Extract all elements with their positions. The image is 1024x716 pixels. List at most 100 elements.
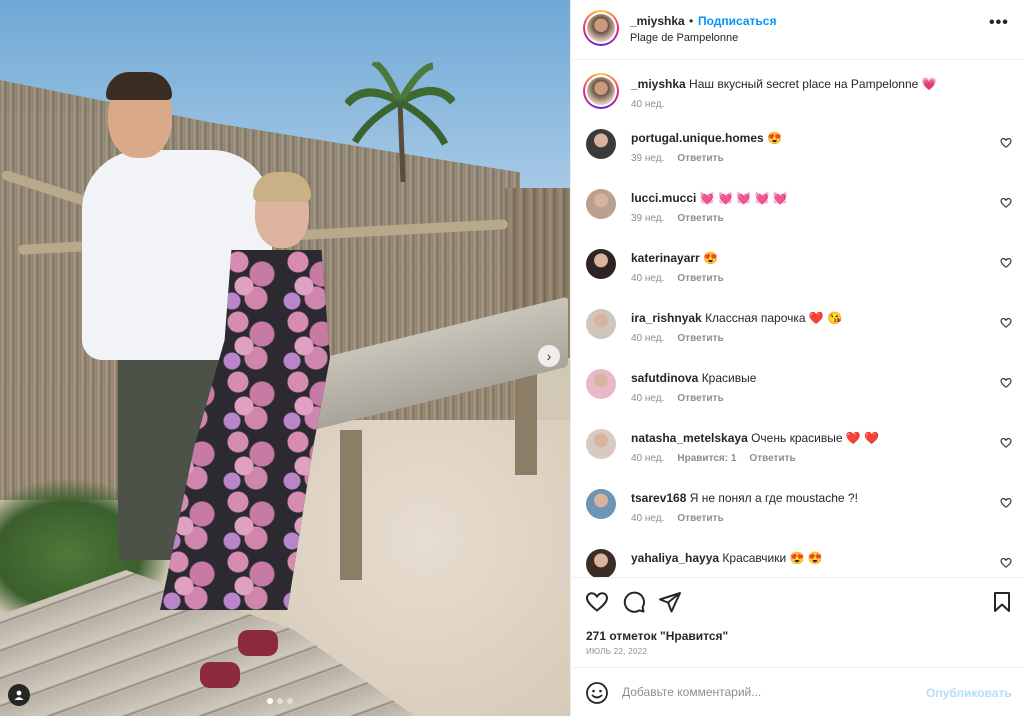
reply-button[interactable]: Ответить bbox=[677, 513, 723, 524]
reply-button[interactable]: Ответить bbox=[677, 213, 723, 224]
reply-button[interactable]: Ответить bbox=[677, 333, 723, 344]
post-caption: _miyshka Наш вкусный secret place на Pam… bbox=[583, 73, 1013, 125]
heart-icon[interactable] bbox=[585, 590, 609, 614]
comment-time: 40 нед. bbox=[631, 453, 665, 464]
comment-likes[interactable]: Нравится: 1 bbox=[677, 453, 736, 464]
user-tag-icon[interactable] bbox=[8, 684, 30, 706]
comment-body: ira_rishnyak Классная парочка ❤️ 😘 bbox=[631, 311, 842, 325]
avatar[interactable] bbox=[583, 10, 619, 46]
caption-username[interactable]: _miyshka bbox=[631, 77, 686, 91]
carousel-dots bbox=[267, 698, 293, 704]
comment-meta: 40 нед. Ответить bbox=[631, 333, 724, 344]
comment-username[interactable]: portugal.unique.homes bbox=[631, 131, 764, 145]
comment-row: tsarev168 Я не понял а где moustache ?! … bbox=[583, 489, 1013, 545]
comment-time: 39 нед. bbox=[631, 213, 665, 224]
comment-body: natasha_metelskaya Очень красивые ❤️ ❤️ bbox=[631, 431, 879, 445]
photo-man-hair bbox=[106, 72, 172, 100]
comment-row: portugal.unique.homes 😍 39 нед. Ответить bbox=[583, 129, 1013, 185]
comment-meta: 40 нед. Нравится: 1 Ответить bbox=[631, 453, 796, 464]
comment-username[interactable]: yahaliya_hayya bbox=[631, 551, 719, 565]
comment-row: katerinayarr 😍 40 нед. Ответить bbox=[583, 249, 1013, 305]
comment-row: lucci.mucci 💓 💓 💓 💓 💓 39 нед. Ответить bbox=[583, 189, 1013, 245]
comment-text: Я не понял а где moustache ?! bbox=[689, 491, 858, 505]
post-username[interactable]: _miyshka bbox=[630, 14, 685, 28]
post-location[interactable]: Plage de Pampelonne bbox=[630, 32, 738, 44]
reply-button[interactable]: Ответить bbox=[749, 453, 795, 464]
caption-time: 40 нед. bbox=[631, 99, 665, 110]
heart-icon[interactable] bbox=[1000, 377, 1012, 389]
comment-body: yahaliya_hayya Красавчики 😍 😍 bbox=[631, 551, 823, 565]
comment-emoji: ❤️ 😘 bbox=[808, 311, 843, 325]
heart-icon[interactable] bbox=[1000, 257, 1012, 269]
avatar[interactable] bbox=[586, 429, 616, 459]
reply-button[interactable]: Ответить bbox=[677, 153, 723, 164]
post-photo[interactable]: › bbox=[0, 0, 570, 716]
heart-icon[interactable] bbox=[1000, 557, 1012, 569]
post-actions: 271 отметок "Нравится" ИЮЛЬ 22, 2022 bbox=[571, 577, 1024, 667]
comment-emoji: 😍 😍 bbox=[789, 551, 823, 565]
avatar[interactable] bbox=[586, 309, 616, 339]
carousel-dot bbox=[267, 698, 273, 704]
comment-row: ira_rishnyak Классная парочка ❤️ 😘 40 нед… bbox=[583, 309, 1013, 365]
comment-meta: 39 нед. Ответить bbox=[631, 213, 724, 224]
comment-input[interactable] bbox=[622, 685, 912, 699]
separator-dot: • bbox=[689, 14, 694, 28]
comments-list[interactable]: _miyshka Наш вкусный secret place на Pam… bbox=[571, 61, 1024, 577]
comment-username[interactable]: ira_rishnyak bbox=[631, 311, 702, 325]
avatar[interactable] bbox=[586, 189, 616, 219]
comment-username[interactable]: lucci.mucci bbox=[631, 191, 696, 205]
comment-username[interactable]: natasha_metelskaya bbox=[631, 431, 748, 445]
more-icon[interactable]: ••• bbox=[989, 14, 1009, 32]
heart-icon[interactable] bbox=[1000, 497, 1012, 509]
heart-icon[interactable] bbox=[1000, 137, 1012, 149]
reply-button[interactable]: Ответить bbox=[677, 273, 723, 284]
avatar[interactable] bbox=[586, 549, 616, 577]
comment-username[interactable]: tsarev168 bbox=[631, 491, 686, 505]
comment-body: lucci.mucci 💓 💓 💓 💓 💓 bbox=[631, 191, 788, 205]
comment-meta: 40 нед. Ответить bbox=[631, 513, 724, 524]
comment-body: portugal.unique.homes 😍 bbox=[631, 131, 782, 145]
carousel-dot bbox=[287, 698, 293, 704]
comment-time: 40 нед. bbox=[631, 513, 665, 524]
comment-row: safutdinova Красивые 40 нед. Ответить bbox=[583, 369, 1013, 425]
avatar[interactable] bbox=[586, 129, 616, 159]
avatar[interactable] bbox=[586, 249, 616, 279]
photo-shoe bbox=[238, 630, 278, 656]
heart-icon[interactable] bbox=[1000, 437, 1012, 449]
caption-text: Наш вкусный secret place на Pampelonne bbox=[689, 77, 919, 91]
comment-emoji: 💓 💓 💓 💓 💓 bbox=[699, 191, 788, 205]
photo-shoe bbox=[200, 662, 240, 688]
avatar[interactable] bbox=[586, 489, 616, 519]
comment-username[interactable]: safutdinova bbox=[631, 371, 698, 385]
follow-button[interactable]: Подписаться bbox=[698, 14, 776, 28]
post-side-panel: _miyshka • Подписаться Plage de Pampelon… bbox=[570, 0, 1024, 716]
post-header: _miyshka • Подписаться Plage de Pampelon… bbox=[571, 0, 1024, 60]
avatar[interactable] bbox=[583, 73, 619, 109]
heart-icon[interactable] bbox=[1000, 197, 1012, 209]
carousel-dot bbox=[277, 698, 283, 704]
comment-body: safutdinova Красивые bbox=[631, 371, 756, 385]
comment-icon[interactable] bbox=[622, 590, 646, 614]
avatar[interactable] bbox=[586, 369, 616, 399]
chevron-right-icon[interactable]: › bbox=[538, 345, 560, 367]
comment-text: Красивые bbox=[701, 371, 757, 385]
comment-meta: 39 нед. Ответить bbox=[631, 153, 724, 164]
comment-time: 40 нед. bbox=[631, 273, 665, 284]
comment-meta: 40 нед. Ответить bbox=[631, 393, 724, 404]
comment-row: natasha_metelskaya Очень красивые ❤️ ❤️ 4… bbox=[583, 429, 1013, 485]
emoji-icon[interactable] bbox=[585, 681, 609, 705]
comment-time: 40 нед. bbox=[631, 333, 665, 344]
reply-button[interactable]: Ответить bbox=[677, 393, 723, 404]
comment-time: 39 нед. bbox=[631, 153, 665, 164]
likes-count[interactable]: 271 отметок "Нравится" bbox=[586, 629, 728, 643]
caption-emoji: 💗 bbox=[921, 77, 937, 91]
comment-body: katerinayarr 😍 bbox=[631, 251, 718, 265]
comment-username[interactable]: katerinayarr bbox=[631, 251, 700, 265]
bookmark-icon[interactable] bbox=[990, 590, 1014, 614]
comment-time: 40 нед. bbox=[631, 393, 665, 404]
heart-icon[interactable] bbox=[1000, 317, 1012, 329]
photo-bench-leg bbox=[340, 430, 362, 580]
share-icon[interactable] bbox=[658, 590, 682, 614]
photo-bench-leg bbox=[515, 370, 537, 475]
publish-button[interactable]: Опубликовать bbox=[926, 686, 1012, 700]
